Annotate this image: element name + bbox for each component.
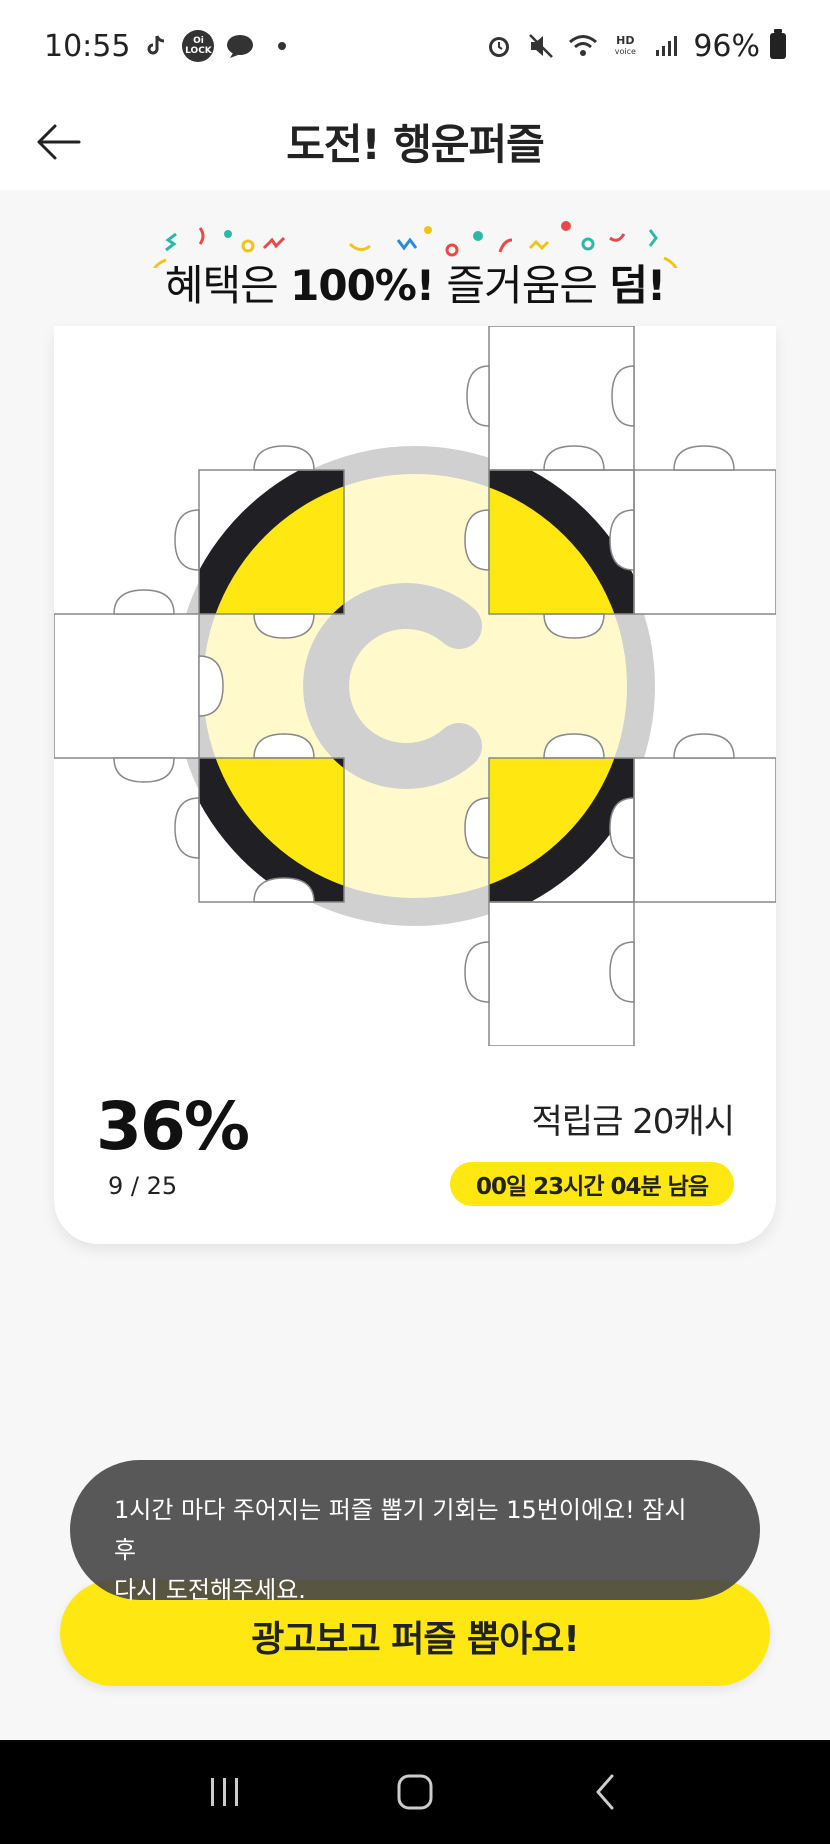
banner-text-bold1: 100%! [290,261,435,310]
reward-text: 적립금 20캐시 [531,1102,735,1142]
hd-label: HD [616,34,635,47]
toast-line-1: 1시간 마다 주어지는 퍼즐 뽑기 기회는 15번이에요! 잠시 후 [114,1496,687,1564]
recent-apps-button[interactable] [195,1762,255,1822]
arrow-left-icon [37,124,81,160]
back-nav-button[interactable] [575,1762,635,1822]
voice-label: voice [614,47,636,56]
system-nav-bar [0,1740,830,1844]
tiktok-icon [140,30,172,62]
status-right: HD voice 96% [483,29,786,64]
back-nav-icon [596,1774,614,1810]
puzzle-card: 36% 9 / 25 적립금 20캐시 00일 23시간 04분 남음 [54,326,776,1244]
puzzle-board[interactable] [54,326,776,1046]
mute-icon [525,30,557,62]
signal-icon [651,30,683,62]
page-title: 도전! 행운퍼즐 [286,119,545,169]
toast-line-2: 다시 도전해주세요. [114,1576,306,1604]
dot-icon [266,30,298,62]
banner-text: 혜택은 100%! 즐거움은 덤! [0,252,830,313]
banner-text-middle: 즐거움은 [434,261,610,310]
back-button[interactable] [30,114,86,170]
banner-text-prefix: 혜택은 [164,261,291,310]
battery-percent: 96% [693,28,760,64]
oi-lock-icon: Oi LOCK [182,30,215,62]
status-left: 10:55 Oi LOCK [44,29,298,64]
timer-badge: 00일 23시간 04분 남음 [449,1162,734,1206]
banner: 혜택은 100%! 즐거움은 덤! [0,200,830,310]
wifi-icon [567,30,599,62]
toast-message: 1시간 마다 주어지는 퍼즐 뽑기 기회는 15번이에요! 잠시 후 다시 도전… [70,1460,760,1604]
status-bar: 10:55 Oi LOCK HD voice 96% [0,0,830,92]
home-icon [397,1774,433,1810]
recent-apps-icon [211,1778,238,1806]
status-time: 10:55 [44,28,131,64]
hd-voice-icon: HD voice [609,30,641,62]
progress-percent: 36% [96,1088,250,1165]
chat-icon [224,30,256,62]
battery-icon [770,29,786,59]
home-button[interactable] [385,1762,445,1822]
alarm-icon [483,30,515,62]
banner-text-bold2: 덤! [609,261,666,310]
app-header: 도전! 행운퍼즐 [0,92,830,190]
progress-count: 9 / 25 [108,1172,178,1200]
